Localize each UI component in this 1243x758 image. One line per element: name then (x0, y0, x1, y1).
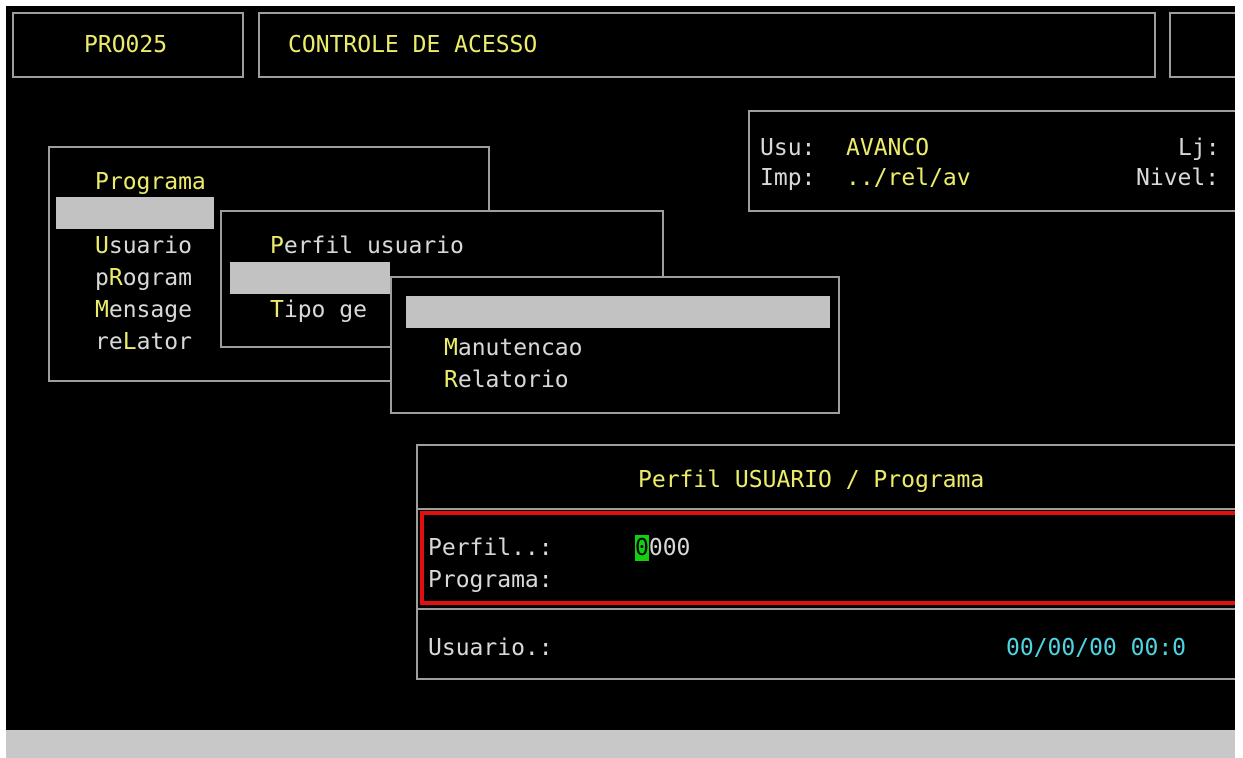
submenu-item-programa[interactable]: û pRogram (230, 262, 410, 323)
submenu-item-perfil-usuario[interactable]: Perfil usuario (270, 230, 464, 262)
header-extra-box (1169, 12, 1235, 78)
menu-item-perfil[interactable]: û pErfil (56, 197, 222, 258)
submenu-item-tipo[interactable]: Tipo ge (270, 294, 367, 326)
form-footer-box: Usuario.: 00/00/00 00:0 (416, 608, 1235, 680)
printer-label: Imp: (760, 165, 816, 191)
usuario-label: Usuario.: (428, 635, 553, 661)
store-label: Lj: (1178, 135, 1220, 161)
terminal-screen: PRO025 CONTROLE DE ACESSO Usu: AVANCO Lj… (6, 6, 1235, 730)
user-info-box: Usu: AVANCO Lj: Imp: ../rel/av Nivel: (748, 110, 1235, 212)
user-label: Usu: (760, 135, 816, 161)
printer-value: ../rel/av (846, 165, 971, 191)
page-title: CONTROLE DE ACESSO (288, 32, 538, 58)
menu-item-mensagem[interactable]: Mensage (95, 294, 192, 326)
submenu-item-relatorio[interactable]: Relatorio (444, 364, 569, 396)
timestamp: 00/00/00 00:0 (1006, 635, 1187, 661)
programa-label: Programa: (428, 567, 553, 593)
menu-item-programa[interactable]: Programa (95, 166, 206, 198)
program-code: PRO025 (84, 32, 168, 58)
perfil-input[interactable]: 0000 (635, 532, 690, 564)
title-box: CONTROLE DE ACESSO (258, 12, 1156, 78)
level-label: Nivel: (1136, 165, 1220, 191)
program-code-box: PRO025 (12, 12, 244, 78)
perfil-label: Perfil..: (428, 535, 553, 561)
status-bar (6, 730, 1235, 758)
text-cursor: 0 (635, 535, 649, 561)
submenu-item-inclusao[interactable]: û Inclusao (406, 296, 830, 357)
menu-item-relatorio[interactable]: reLator (95, 326, 192, 358)
form-title-box: Perfil USUARIO / Programa (416, 444, 1235, 510)
programa-input[interactable] (635, 564, 835, 596)
form-title: Perfil USUARIO / Programa (638, 467, 985, 493)
submenu-item-manutencao[interactable]: Manutencao (444, 332, 582, 364)
menu-item-usuario[interactable]: Usuario (95, 230, 192, 262)
menu-item-programas[interactable]: pRogram (95, 262, 192, 294)
user-value: AVANCO (846, 135, 930, 161)
